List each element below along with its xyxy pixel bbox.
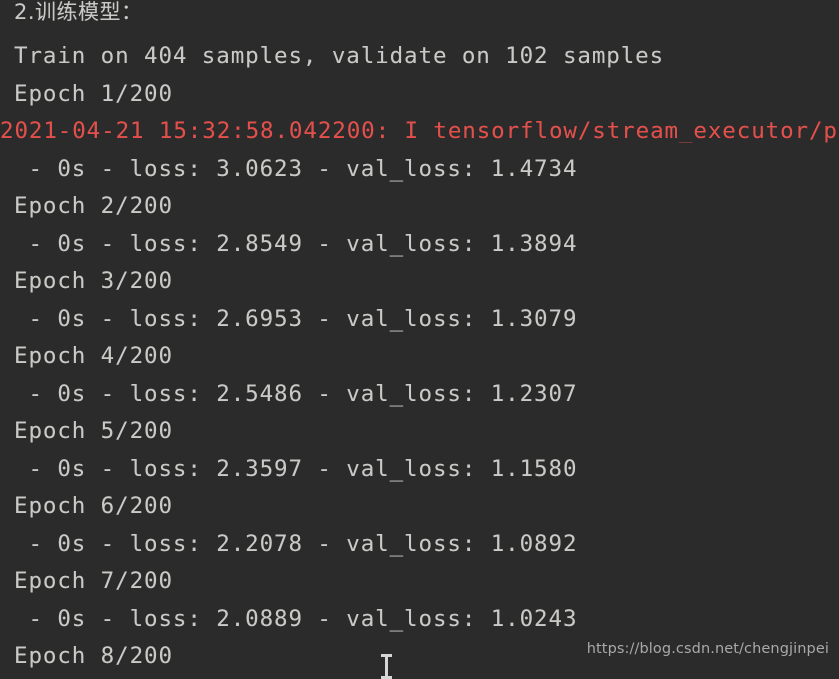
- console-line-epoch-7-header: Epoch 7/200: [14, 568, 173, 594]
- blog-watermark: https://blog.csdn.net/chengjinpei: [586, 641, 829, 657]
- console-line-epoch-4-header: Epoch 4/200: [14, 343, 173, 369]
- console-line-epoch-8-header: Epoch 8/200: [14, 643, 173, 669]
- console-line-epoch-1-metrics: - 0s - loss: 3.0623 - val_loss: 1.4734: [14, 156, 578, 182]
- console-line-epoch-4-metrics: - 0s - loss: 2.5486 - val_loss: 1.2307: [14, 381, 578, 407]
- ibeam-stem: [385, 656, 388, 677]
- console-line-epoch-6-header: Epoch 6/200: [14, 493, 173, 519]
- ibeam-cap-top: [381, 654, 392, 657]
- text-ibeam-cursor-icon: [381, 654, 392, 679]
- console-line-epoch-5-metrics: - 0s - loss: 2.3597 - val_loss: 1.1580: [14, 456, 578, 482]
- console-line-tensorflow-log-clip: 2021-04-21 15:32:58.042200: I tensorflow…: [0, 120, 839, 143]
- console-line-section-heading: 2.训练模型：: [14, 0, 143, 24]
- console-line-epoch-1-header: Epoch 1/200: [14, 81, 173, 107]
- console-line-epoch-3-header: Epoch 3/200: [14, 268, 173, 294]
- console-line-epoch-2-header: Epoch 2/200: [14, 193, 173, 219]
- console-line-train-summary: Train on 404 samples, validate on 102 sa…: [14, 43, 665, 69]
- console-line-epoch-7-metrics: - 0s - loss: 2.0889 - val_loss: 1.0243: [14, 606, 578, 632]
- console-line-epoch-2-metrics: - 0s - loss: 2.8549 - val_loss: 1.3894: [14, 231, 578, 257]
- console-line-tensorflow-log: 2021-04-21 15:32:58.042200: I tensorflow…: [0, 120, 839, 143]
- console-output-pane[interactable]: 2.训练模型： Train on 404 samples, validate o…: [0, 0, 839, 679]
- console-line-epoch-5-header: Epoch 5/200: [14, 418, 173, 444]
- console-line-epoch-3-metrics: - 0s - loss: 2.6953 - val_loss: 1.3079: [14, 306, 578, 332]
- console-line-epoch-6-metrics: - 0s - loss: 2.2078 - val_loss: 1.0892: [14, 531, 578, 557]
